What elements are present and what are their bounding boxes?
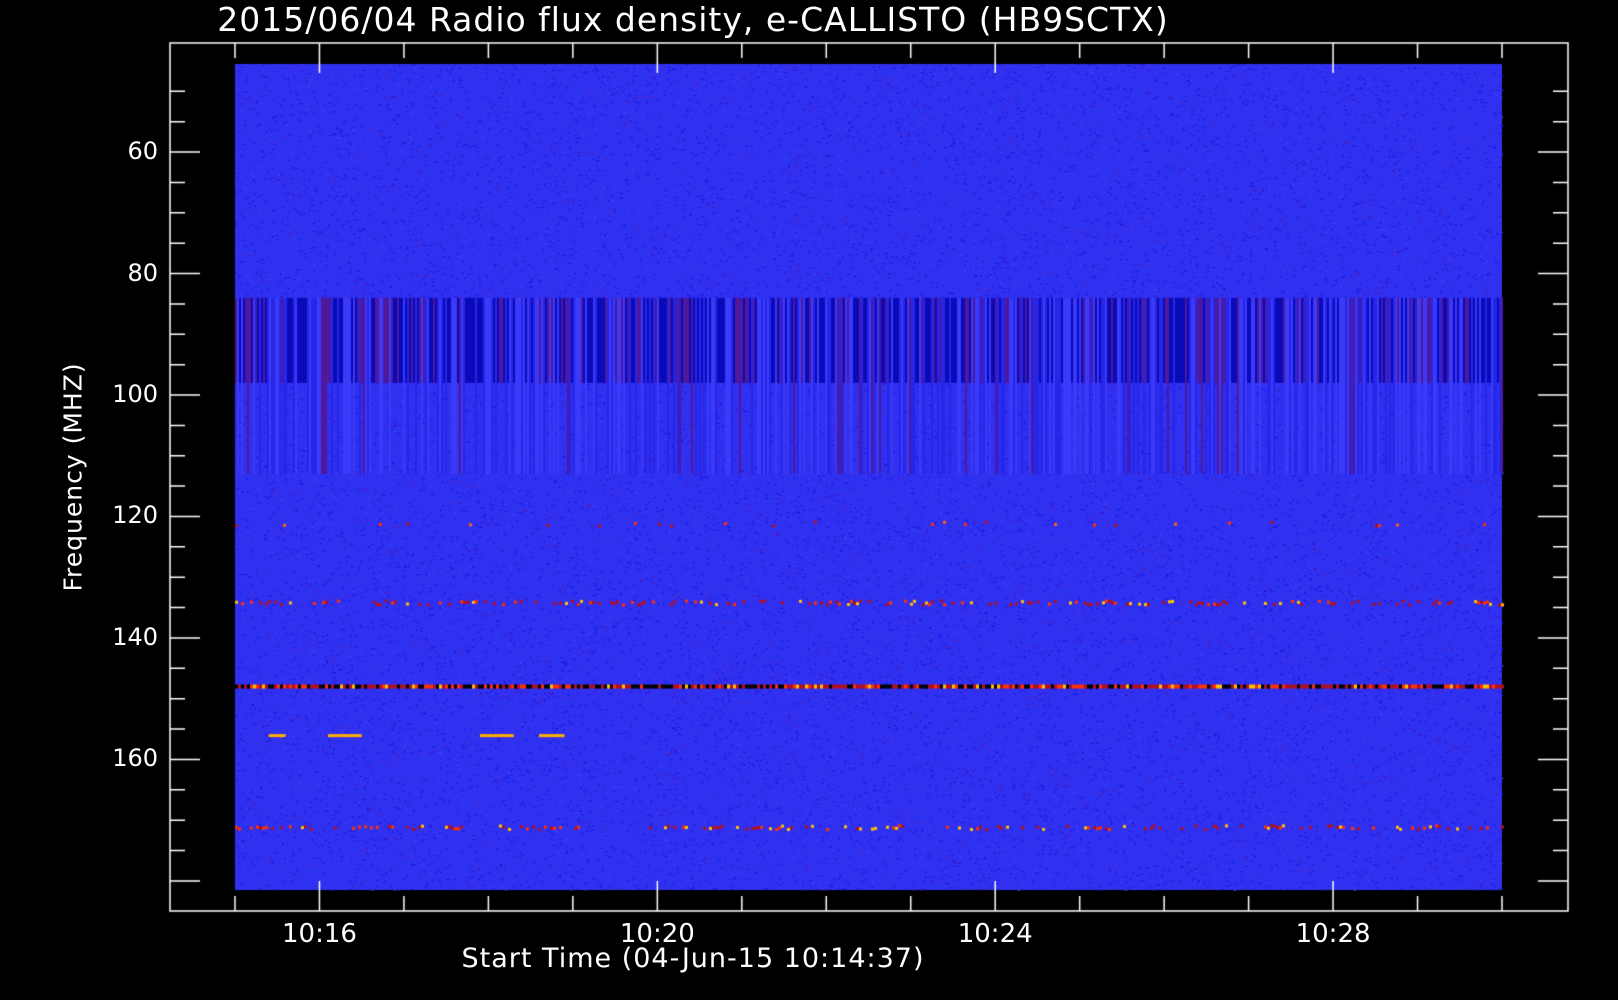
x-tick-label: 10:28: [1295, 919, 1371, 949]
y-tick-label: 160: [112, 744, 158, 773]
x-tick-label: 10:20: [619, 919, 695, 949]
y-tick-label: 80: [127, 258, 158, 287]
spectrogram-plot: [0, 0, 1618, 1000]
y-axis-label: Frequency (MHZ): [58, 362, 88, 592]
chart-title: 2015/06/04 Radio flux density, e-CALLIST…: [217, 0, 1169, 39]
y-tick-label: 120: [112, 501, 158, 530]
x-tick-label: 10:16: [281, 919, 357, 949]
y-tick-label: 60: [127, 137, 158, 166]
y-tick-label: 140: [112, 622, 158, 651]
x-tick-label: 10:24: [957, 919, 1033, 949]
y-tick-label: 100: [112, 380, 158, 408]
